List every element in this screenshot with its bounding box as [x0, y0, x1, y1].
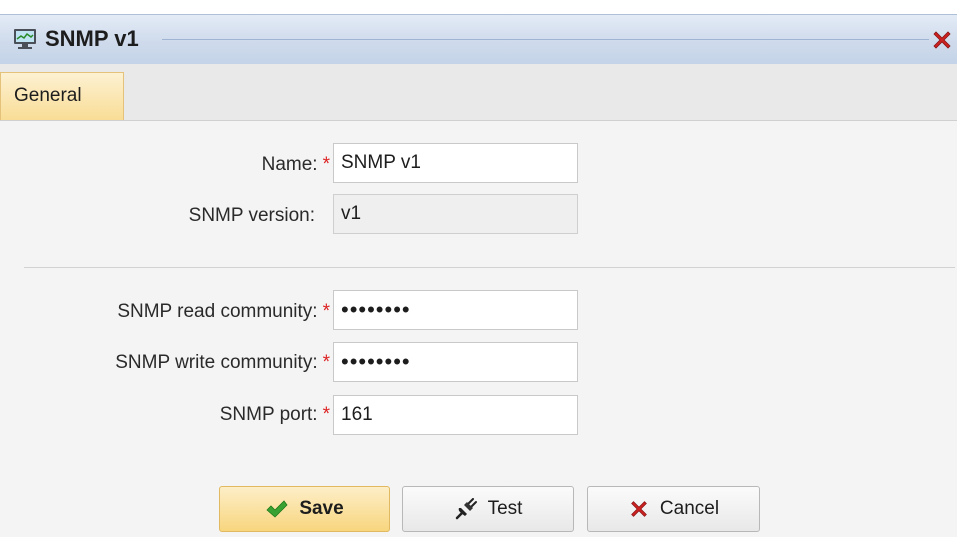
dialog-title: SNMP v1: [45, 26, 139, 51]
snmp-port-required-mark: *: [322, 404, 330, 425]
write-community-input[interactable]: [333, 342, 578, 382]
name-input[interactable]: [333, 143, 578, 183]
snmp-port-label-text: SNMP port:: [219, 404, 318, 425]
x-icon: [631, 501, 647, 517]
name-label: Name: *: [262, 154, 330, 176]
write-community-label: SNMP write community: *: [115, 352, 330, 374]
cancel-button-label: Cancel: [659, 498, 720, 519]
read-community-label-text: SNMP read community:: [117, 301, 318, 322]
write-community-required-mark: *: [322, 352, 330, 373]
tab-general[interactable]: General: [0, 72, 124, 120]
read-community-input[interactable]: [333, 290, 578, 330]
cancel-button[interactable]: Cancel: [587, 486, 760, 532]
read-community-label: SNMP read community: *: [117, 301, 330, 323]
name-label-text: Name:: [261, 154, 318, 175]
name-required-mark: *: [322, 154, 330, 175]
snmp-version-field: [333, 194, 578, 234]
snmp-port-input[interactable]: [333, 395, 578, 435]
save-button-label: Save: [299, 498, 344, 519]
save-button[interactable]: Save: [219, 486, 390, 532]
write-community-label-text: SNMP write community:: [115, 352, 318, 373]
window-top-strip: [0, 0, 957, 14]
titlebar-divider-line: [162, 39, 929, 40]
test-button[interactable]: Test: [402, 486, 574, 532]
tab-bar: General: [0, 64, 957, 121]
dialog-titlebar[interactable]: SNMP v1: [0, 14, 957, 64]
snmp-port-label: SNMP port: *: [220, 404, 330, 426]
test-button-label: Test: [487, 498, 523, 519]
plug-icon: [455, 498, 477, 520]
section-divider: [24, 267, 955, 268]
close-icon[interactable]: [930, 28, 954, 52]
snmp-version-label: SNMP version:: [188, 205, 315, 226]
read-community-required-mark: *: [322, 301, 330, 322]
checkmark-icon: [266, 500, 288, 518]
monitor-icon: [14, 29, 36, 49]
